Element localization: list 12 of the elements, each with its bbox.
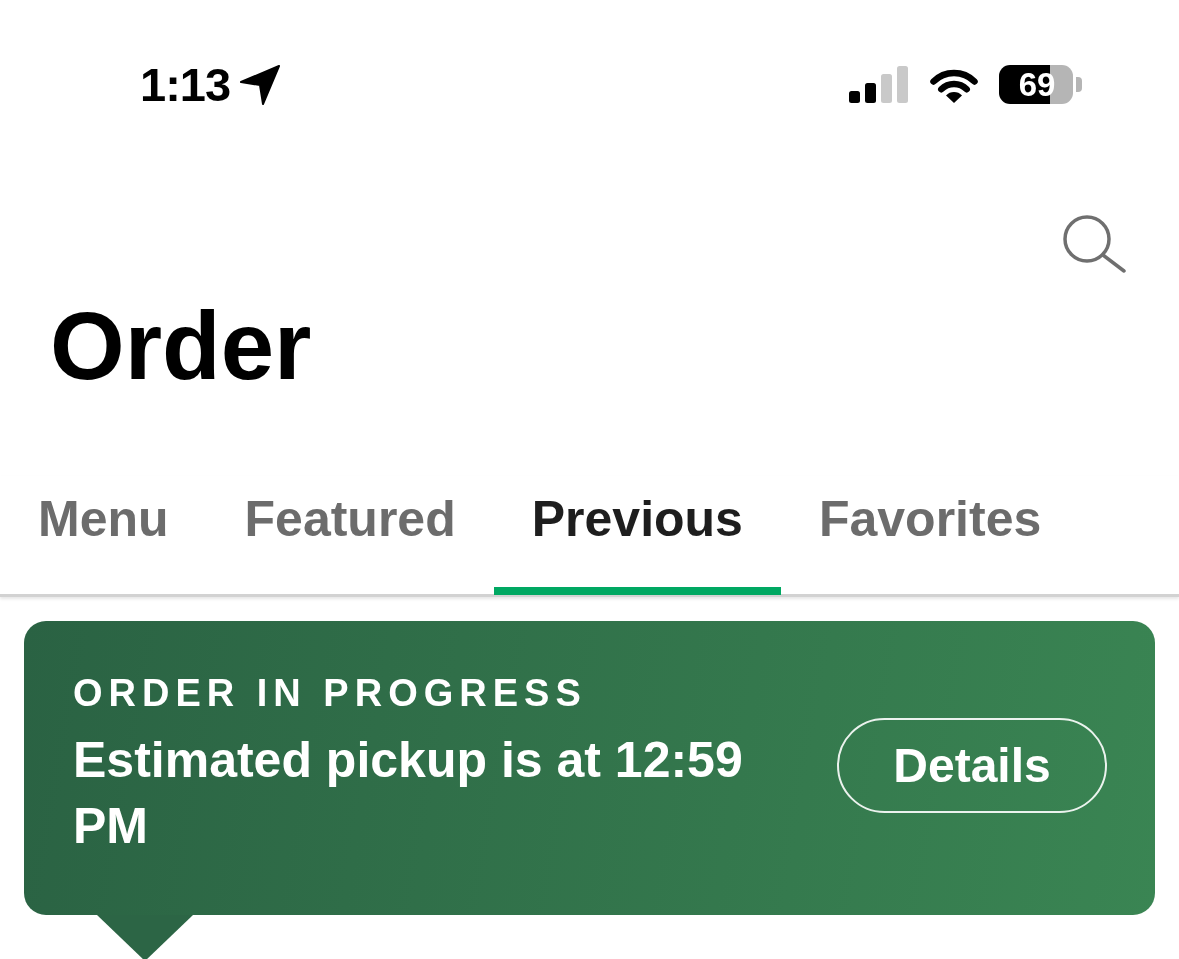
tab[interactable]: Featured xyxy=(206,476,494,595)
tab[interactable]: Menu xyxy=(0,476,207,595)
tab[interactable]: Previous xyxy=(493,476,781,595)
location-arrow-icon xyxy=(240,65,281,105)
tab[interactable]: Favorites xyxy=(780,476,1080,595)
status-time: 1:13 xyxy=(140,58,231,112)
page-title: Order xyxy=(49,291,313,401)
banner-heading: ORDER IN PROGRESS xyxy=(73,671,588,715)
pickup-message: Estimated pickup is at 12:59 PM xyxy=(73,731,744,856)
details-button[interactable]: Details xyxy=(837,717,1107,813)
signal-icon xyxy=(849,66,909,103)
search-icon[interactable] xyxy=(1060,212,1128,274)
